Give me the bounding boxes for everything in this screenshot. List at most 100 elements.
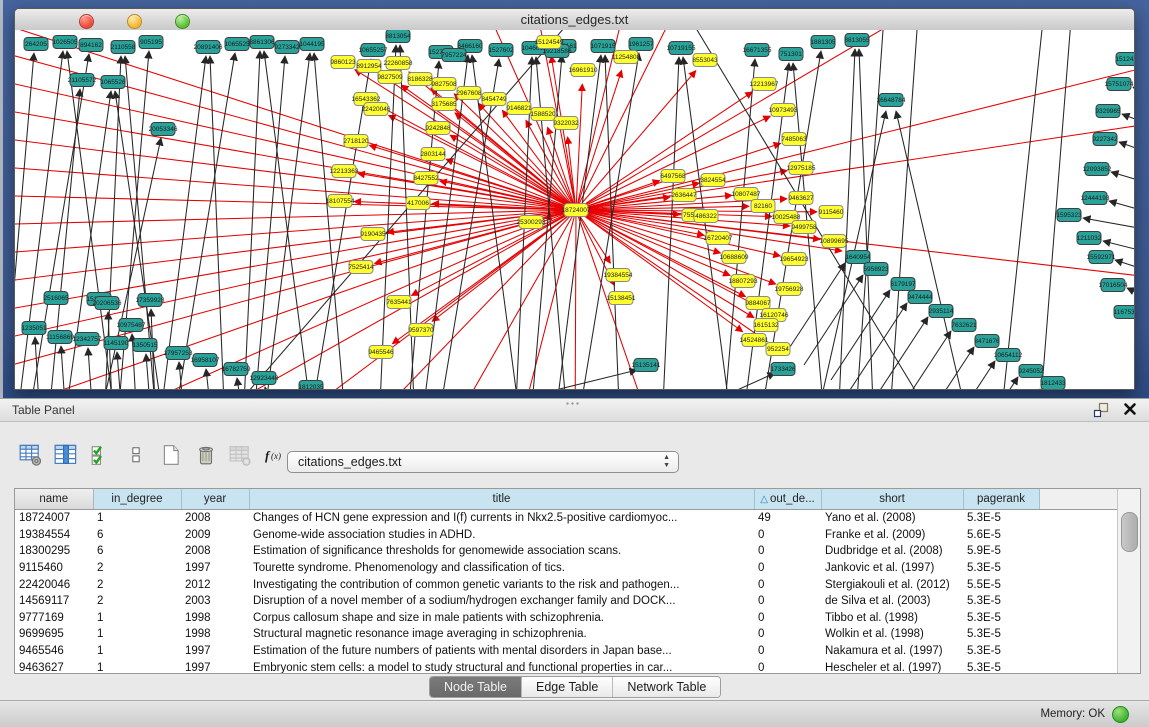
tab-node-table[interactable]: Node Table xyxy=(430,677,522,697)
table-cell[interactable]: 1997 xyxy=(181,643,249,660)
table-cell[interactable]: 1 xyxy=(93,643,181,660)
table-scrollbar[interactable] xyxy=(1117,489,1140,673)
window-titlebar[interactable]: citations_edges.txt xyxy=(15,9,1134,31)
table-row[interactable]: 1456911722003Disruption of a novel membe… xyxy=(15,593,1118,610)
column-header-name[interactable]: name xyxy=(15,489,93,510)
table-cell[interactable]: 1 xyxy=(93,610,181,627)
table-cell[interactable]: 1 xyxy=(93,510,181,527)
table-cell[interactable]: 18300295 xyxy=(15,543,93,560)
column-header-in-degree[interactable]: in_degree xyxy=(93,489,181,510)
table-cell[interactable]: 9115460 xyxy=(15,560,93,577)
table-cell[interactable]: 5.3E-5 xyxy=(963,659,1039,674)
table-cell[interactable]: 2008 xyxy=(181,543,249,560)
table-scrollbar-thumb[interactable] xyxy=(1121,512,1138,552)
table-cell[interactable]: 2012 xyxy=(181,576,249,593)
table-cell[interactable]: Yano et al. (2008) xyxy=(821,510,963,527)
table-settings-icon[interactable] xyxy=(18,442,44,468)
table-cell[interactable]: 49 xyxy=(754,510,821,527)
table-cell[interactable]: 5.3E-5 xyxy=(963,610,1039,627)
table-cell[interactable]: 2003 xyxy=(181,593,249,610)
table-selector-dropdown[interactable]: citations_edges.txt ▲▼ xyxy=(287,451,679,473)
column-header-out-de-[interactable]: △out_de... xyxy=(754,489,821,510)
table-cell[interactable]: 0 xyxy=(754,610,821,627)
table-row[interactable]: 2242004622012Investigating the contribut… xyxy=(15,576,1118,593)
table-cell[interactable]: 19384554 xyxy=(15,527,93,544)
table-cell[interactable]: 9465546 xyxy=(15,643,93,660)
tab-network-table[interactable]: Network Table xyxy=(613,677,720,697)
table-cell[interactable]: 1997 xyxy=(181,560,249,577)
table-cell[interactable]: 14569117 xyxy=(15,593,93,610)
table-cell[interactable]: Hescheler et al. (1997) xyxy=(821,659,963,674)
column-header-title[interactable]: title xyxy=(249,489,754,510)
table-cell[interactable]: Wolkin et al. (1998) xyxy=(821,626,963,643)
table-cell[interactable]: 9463627 xyxy=(15,659,93,674)
table-cell[interactable]: 5.3E-5 xyxy=(963,593,1039,610)
table-cell[interactable]: Stergiakouli et al. (2012) xyxy=(821,576,963,593)
table-cell[interactable]: 2008 xyxy=(181,510,249,527)
function-builder-icon[interactable]: f(x) xyxy=(263,442,289,468)
delete-table-icon[interactable] xyxy=(193,442,219,468)
table-cell[interactable]: 0 xyxy=(754,543,821,560)
table-cell[interactable]: 5.3E-5 xyxy=(963,560,1039,577)
table-cell[interactable]: Tourette syndrome. Phenomenology and cla… xyxy=(249,560,754,577)
table-row[interactable]: 946554611997Estimation of the future num… xyxy=(15,643,1118,660)
table-cell[interactable]: 5.6E-5 xyxy=(963,527,1039,544)
table-cell[interactable]: 0 xyxy=(754,593,821,610)
table-cell[interactable]: Genome-wide association studies in ADHD. xyxy=(249,527,754,544)
tab-edge-table[interactable]: Edge Table xyxy=(522,677,613,697)
table-cell[interactable]: 1 xyxy=(93,659,181,674)
table-row[interactable]: 911546021997Tourette syndrome. Phenomeno… xyxy=(15,560,1118,577)
table-row[interactable]: 946362711997Embryonic stem cells: a mode… xyxy=(15,659,1118,674)
table-cell[interactable]: Embryonic stem cells: a model to study s… xyxy=(249,659,754,674)
table-cell[interactable]: Structural magnetic resonance image aver… xyxy=(249,626,754,643)
table-cell[interactable]: 18724007 xyxy=(15,510,93,527)
column-visibility-icon[interactable] xyxy=(53,442,79,468)
table-cell[interactable]: 1 xyxy=(93,626,181,643)
table-cell[interactable]: 6 xyxy=(93,543,181,560)
table-cell[interactable]: 1997 xyxy=(181,659,249,674)
table-cell[interactable]: 2 xyxy=(93,593,181,610)
table-cell[interactable]: Estimation of significance thresholds fo… xyxy=(249,543,754,560)
table-cell[interactable]: Estimation of the future numbers of pati… xyxy=(249,643,754,660)
table-cell[interactable]: 9699695 xyxy=(15,626,93,643)
table-cell[interactable]: 0 xyxy=(754,560,821,577)
table-cell[interactable]: de Silva et al. (2003) xyxy=(821,593,963,610)
table-cell[interactable]: 9777169 xyxy=(15,610,93,627)
memory-status-indicator[interactable] xyxy=(1112,706,1129,723)
table-row[interactable]: 1830029562008Estimation of significance … xyxy=(15,543,1118,560)
network-view[interactable]: 1872400726420510265058941622110558905195… xyxy=(15,30,1134,389)
panel-resize-grip[interactable] xyxy=(565,401,581,406)
table-cell[interactable]: Corpus callosum shape and size in male p… xyxy=(249,610,754,627)
table-cell[interactable]: 0 xyxy=(754,659,821,674)
table-cell[interactable]: Tibbo et al. (1998) xyxy=(821,610,963,627)
table-row[interactable]: 1938455462009Genome-wide association stu… xyxy=(15,527,1118,544)
network-canvas[interactable]: 1872400726420510265058941622110558905195… xyxy=(15,30,1135,390)
column-header-short[interactable]: short xyxy=(821,489,963,510)
row-selection-icon[interactable] xyxy=(88,442,114,468)
table-cell[interactable]: 5.9E-5 xyxy=(963,543,1039,560)
table-cell[interactable]: 0 xyxy=(754,527,821,544)
row-height-icon[interactable] xyxy=(123,442,149,468)
table-cell[interactable]: 5.3E-5 xyxy=(963,510,1039,527)
table-cell[interactable]: 0 xyxy=(754,626,821,643)
table-cell[interactable]: Dudbridge et al. (2008) xyxy=(821,543,963,560)
table-cell[interactable]: Investigating the contribution of common… xyxy=(249,576,754,593)
table-cell[interactable]: 1998 xyxy=(181,610,249,627)
close-panel-icon[interactable] xyxy=(1123,402,1139,418)
table-cell[interactable]: Nakamura et al. (1997) xyxy=(821,643,963,660)
table-row[interactable]: 977716911998Corpus callosum shape and si… xyxy=(15,610,1118,627)
column-header-pagerank[interactable]: pagerank xyxy=(963,489,1039,510)
table-cell[interactable]: Changes of HCN gene expression and I(f) … xyxy=(249,510,754,527)
table-row[interactable]: 969969511998Structural magnetic resonanc… xyxy=(15,626,1118,643)
table-row[interactable]: 1872400712008Changes of HCN gene express… xyxy=(15,510,1118,527)
table-cell[interactable]: 2 xyxy=(93,560,181,577)
table-cell[interactable]: 5.3E-5 xyxy=(963,643,1039,660)
table-cell[interactable]: 5.5E-5 xyxy=(963,576,1039,593)
table-cell[interactable]: 0 xyxy=(754,576,821,593)
column-header-year[interactable]: year xyxy=(181,489,249,510)
table-cell[interactable]: 22420046 xyxy=(15,576,93,593)
float-panel-icon[interactable] xyxy=(1093,402,1109,418)
table-cell[interactable]: Disruption of a novel member of a sodium… xyxy=(249,593,754,610)
new-table-icon[interactable] xyxy=(158,442,184,468)
table-cell[interactable]: Jankovic et al. (1997) xyxy=(821,560,963,577)
